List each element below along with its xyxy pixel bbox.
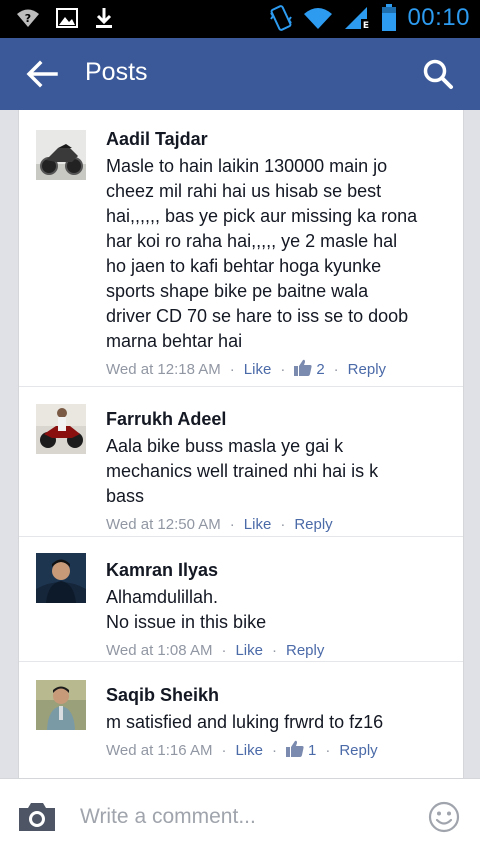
reply-button[interactable]: Reply — [339, 742, 377, 759]
like-count[interactable]: 2 — [316, 361, 324, 378]
wifi-icon — [303, 6, 333, 30]
thumbs-up-icon — [285, 740, 304, 761]
search-button[interactable] — [422, 58, 454, 90]
comment-time: Wed at 12:18 AM — [106, 360, 221, 378]
download-icon — [94, 7, 114, 29]
avatar[interactable] — [36, 404, 86, 454]
separator-dot: · — [325, 741, 331, 759]
page-title: Posts — [85, 58, 148, 86]
separator-dot: · — [280, 515, 286, 533]
signal-question-icon: ? — [16, 8, 40, 28]
comment-author[interactable]: Saqib Sheikh — [106, 684, 441, 706]
reply-button[interactable]: Reply — [348, 361, 386, 378]
comment-author[interactable]: Kamran Ilyas — [106, 559, 441, 581]
cell-signal-icon: E — [343, 5, 372, 31]
comment-text: Alhamdulillah. No issue in this bike — [106, 587, 267, 632]
comment-meta: Wed at 1:16 AM · Like · 1 · Reply — [106, 739, 441, 761]
battery-icon — [381, 4, 397, 32]
comment-time: Wed at 12:50 AM — [106, 515, 221, 533]
comment-composer — [0, 778, 480, 855]
like-button[interactable]: Like — [235, 642, 263, 659]
comment-meta: Wed at 12:18 AM · Like · 2 · Reply — [106, 358, 441, 380]
thumbs-up-icon — [294, 359, 312, 380]
comment-time: Wed at 1:08 AM — [106, 641, 213, 659]
like-button[interactable]: Like — [244, 361, 272, 378]
separator-dot: · — [229, 360, 235, 378]
reply-button[interactable]: Reply — [294, 516, 332, 533]
separator-dot: · — [271, 741, 277, 759]
like-count[interactable]: 1 — [308, 742, 316, 759]
like-button[interactable]: Like — [235, 742, 263, 759]
separator-dot: · — [221, 641, 227, 659]
image-icon — [56, 8, 78, 28]
comment-meta: Wed at 12:50 AM · Like · Reply — [106, 513, 441, 535]
comment-author[interactable]: Farrukh Adeel — [106, 408, 441, 430]
divider — [19, 661, 463, 662]
divider — [19, 536, 463, 537]
svg-text:E: E — [363, 21, 369, 31]
clock: 00:10 — [407, 4, 470, 31]
back-button[interactable] — [26, 60, 58, 88]
comment-time: Wed at 1:16 AM — [106, 741, 213, 759]
separator-dot: · — [280, 360, 286, 378]
avatar[interactable] — [36, 680, 86, 730]
comments-list: Aadil Tajdar Masle to hain laikin 130000… — [18, 110, 464, 778]
camera-button[interactable] — [17, 800, 57, 834]
separator-dot: · — [229, 515, 235, 533]
vibrate-icon — [269, 5, 293, 31]
comment-author[interactable]: Aadil Tajdar — [106, 128, 441, 150]
reply-button[interactable]: Reply — [286, 642, 324, 659]
divider — [19, 386, 463, 387]
svg-text:?: ? — [25, 12, 31, 25]
separator-dot: · — [271, 641, 277, 659]
separator-dot: · — [333, 360, 339, 378]
smiley-icon — [428, 801, 460, 833]
sticker-button[interactable] — [428, 801, 460, 833]
separator-dot: · — [221, 741, 227, 759]
status-bar: ? E 00:10 — [0, 0, 480, 38]
avatar[interactable] — [36, 130, 86, 180]
avatar[interactable] — [36, 553, 86, 603]
comment-meta: Wed at 1:08 AM · Like · Reply — [106, 639, 441, 661]
comment-text: Aala bike buss masla ye gai k mechanics … — [106, 436, 379, 506]
search-icon — [423, 59, 453, 89]
camera-icon — [19, 803, 55, 831]
comment-text: m satisfied and luking frwrd to fz16 — [106, 712, 384, 732]
app-bar: Posts — [0, 38, 480, 110]
comment-input[interactable] — [80, 801, 400, 833]
back-arrow-icon — [26, 60, 58, 88]
comment-text: Masle to hain laikin 130000 main jo chee… — [106, 156, 418, 351]
like-button[interactable]: Like — [244, 516, 272, 533]
